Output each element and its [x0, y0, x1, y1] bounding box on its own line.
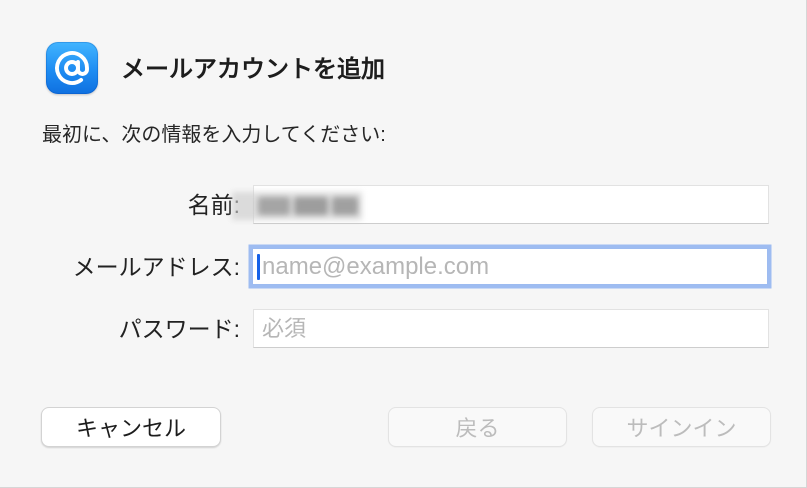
- at-sign-glyph: [55, 51, 89, 85]
- name-label: 名前:: [187, 192, 240, 218]
- email-field[interactable]: [252, 248, 768, 285]
- at-sign-icon: [46, 42, 98, 94]
- add-mail-account-dialog: メールアカウントを追加 最初に、次の情報を入力してください: 名前: メールアド…: [0, 0, 807, 488]
- back-button[interactable]: 戻る: [388, 407, 567, 447]
- password-field[interactable]: [253, 309, 769, 348]
- dialog-title: メールアカウントを追加: [121, 56, 385, 83]
- redacted-name-blur: [232, 192, 362, 220]
- sign-in-button[interactable]: サインイン: [592, 407, 771, 447]
- email-label: メールアドレス:: [72, 254, 240, 280]
- text-cursor: [257, 254, 260, 280]
- cancel-button[interactable]: キャンセル: [41, 407, 221, 447]
- password-label: パスワード:: [118, 316, 240, 342]
- instruction-text: 最初に、次の情報を入力してください:: [42, 124, 386, 146]
